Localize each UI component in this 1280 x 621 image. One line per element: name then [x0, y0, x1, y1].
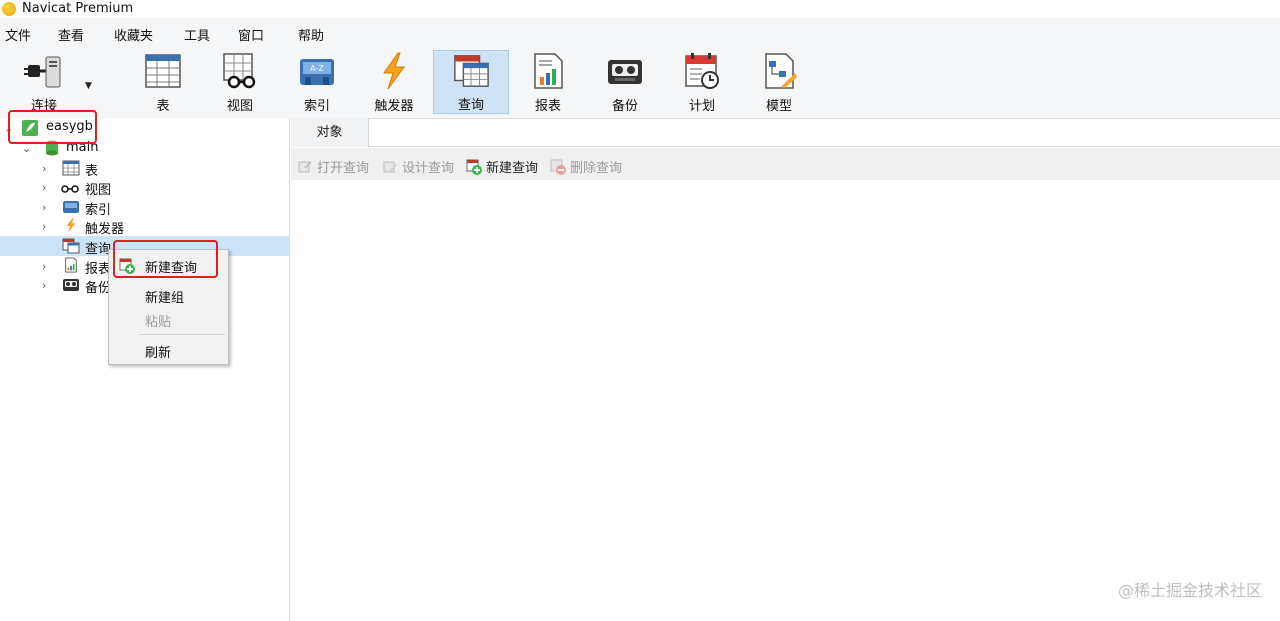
design-query-icon — [383, 161, 397, 173]
chevron-down-icon[interactable]: ▼ — [85, 81, 92, 91]
tree-item-tables[interactable]: › 表 — [0, 158, 290, 179]
menu-file[interactable]: 文件 — [5, 25, 31, 44]
view-glasses-icon — [61, 185, 79, 193]
navigation-tree: ⌄ easygb ⌄ main › 表 › 视图 › 索引 › 触发器 查询 ›… — [0, 118, 290, 621]
navicat-app-icon — [2, 1, 16, 16]
query-button[interactable]: 查询 — [433, 50, 509, 114]
model-label: 模型 — [765, 99, 792, 114]
context-paste[interactable]: 粘贴 — [145, 311, 171, 330]
highlight-connection-box — [8, 110, 97, 144]
trigger-lightning-icon — [66, 217, 76, 233]
tree-item-label: 视图 — [85, 183, 112, 198]
schedule-button[interactable]: 计划 — [664, 50, 740, 114]
view-label: 视图 — [226, 99, 253, 114]
context-refresh[interactable]: 刷新 — [145, 342, 171, 361]
chevron-right-icon[interactable]: › — [42, 279, 46, 292]
connection-plug-icon — [24, 56, 61, 88]
tree-item-triggers[interactable]: › 触发器 — [0, 216, 290, 237]
schedule-label: 计划 — [688, 99, 715, 114]
delete-query-icon — [550, 159, 566, 175]
menu-favorites[interactable]: 收藏夹 — [114, 25, 153, 44]
open-query-icon — [298, 160, 312, 172]
index-label: 索引 — [303, 99, 330, 114]
table-label: 表 — [156, 99, 170, 114]
menu-window[interactable]: 窗口 — [238, 25, 264, 44]
menu-help[interactable]: 帮助 — [298, 25, 324, 44]
new-query-icon — [466, 159, 482, 175]
index-button[interactable]: A-Z 索引 — [279, 50, 355, 114]
trigger-label: 触发器 — [374, 99, 414, 114]
connection-button[interactable]: 连接 ▼ — [6, 50, 92, 114]
schedule-calendar-icon — [685, 53, 719, 89]
tab-objects[interactable]: 对象 — [291, 118, 369, 147]
table-icon — [145, 54, 181, 88]
object-tab-bar: 对象 — [291, 118, 1280, 147]
model-button[interactable]: 模型 — [741, 50, 817, 114]
query-icon — [62, 238, 80, 254]
tree-item-indexes[interactable]: › 索引 — [0, 197, 290, 219]
object-panel: 对象 打开查询 设计查询 新建查询 删除查询 — [291, 118, 1280, 621]
backup-icon — [63, 279, 79, 291]
backup-icon — [608, 60, 642, 84]
watermark-text: @稀土掘金技术社区 — [1117, 581, 1262, 600]
tree-item-label: 触发器 — [85, 222, 125, 237]
query-label: 查询 — [457, 98, 484, 113]
table-button[interactable]: 表 — [125, 50, 201, 114]
report-icon — [65, 257, 77, 273]
query-icon — [454, 55, 489, 87]
delete-query-button[interactable]: 删除查询 — [550, 157, 622, 176]
backup-button[interactable]: 备份 — [587, 50, 663, 114]
svg-text:A-Z: A-Z — [310, 64, 324, 73]
context-separator — [139, 334, 225, 335]
context-new-group[interactable]: 新建组 — [145, 287, 184, 306]
view-glasses-icon — [223, 53, 256, 89]
index-icon: A-Z — [300, 59, 334, 85]
open-query-button[interactable]: 打开查询 — [297, 157, 369, 176]
menu-view[interactable]: 查看 — [58, 25, 84, 44]
object-toolbar: 打开查询 设计查询 新建查询 删除查询 — [291, 148, 1280, 180]
main-toolbar: 连接 ▼ 表 视图 A-Z 索引 触发器 查询 报表 备份 计划 模型 — [0, 46, 1280, 118]
report-button[interactable]: 报表 — [510, 50, 586, 114]
new-query-button[interactable]: 新建查询 — [466, 157, 538, 176]
highlight-new-query-box — [113, 240, 218, 278]
trigger-lightning-icon — [383, 52, 405, 90]
window-title: Navicat Premium — [22, 1, 134, 16]
tree-item-views[interactable]: › 视图 — [0, 177, 290, 199]
chevron-right-icon[interactable]: › — [42, 181, 46, 194]
chevron-right-icon[interactable]: › — [42, 201, 46, 214]
tab-bar-empty — [369, 118, 1280, 147]
report-icon — [534, 53, 563, 89]
design-query-button[interactable]: 设计查询 — [382, 157, 454, 176]
table-icon — [62, 160, 80, 176]
trigger-button[interactable]: 触发器 — [356, 50, 432, 114]
menu-tools[interactable]: 工具 — [184, 25, 210, 44]
report-label: 报表 — [534, 99, 561, 114]
chevron-right-icon[interactable]: › — [42, 162, 46, 175]
backup-label: 备份 — [611, 99, 638, 114]
chevron-right-icon[interactable]: › — [42, 260, 46, 273]
menu-bar: 文件 查看 收藏夹 工具 窗口 帮助 — [0, 18, 1280, 46]
title-bar: Navicat Premium — [0, 0, 1280, 17]
index-icon — [63, 201, 79, 213]
model-icon — [765, 53, 797, 89]
view-button[interactable]: 视图 — [202, 50, 278, 114]
chevron-right-icon[interactable]: › — [42, 220, 46, 233]
